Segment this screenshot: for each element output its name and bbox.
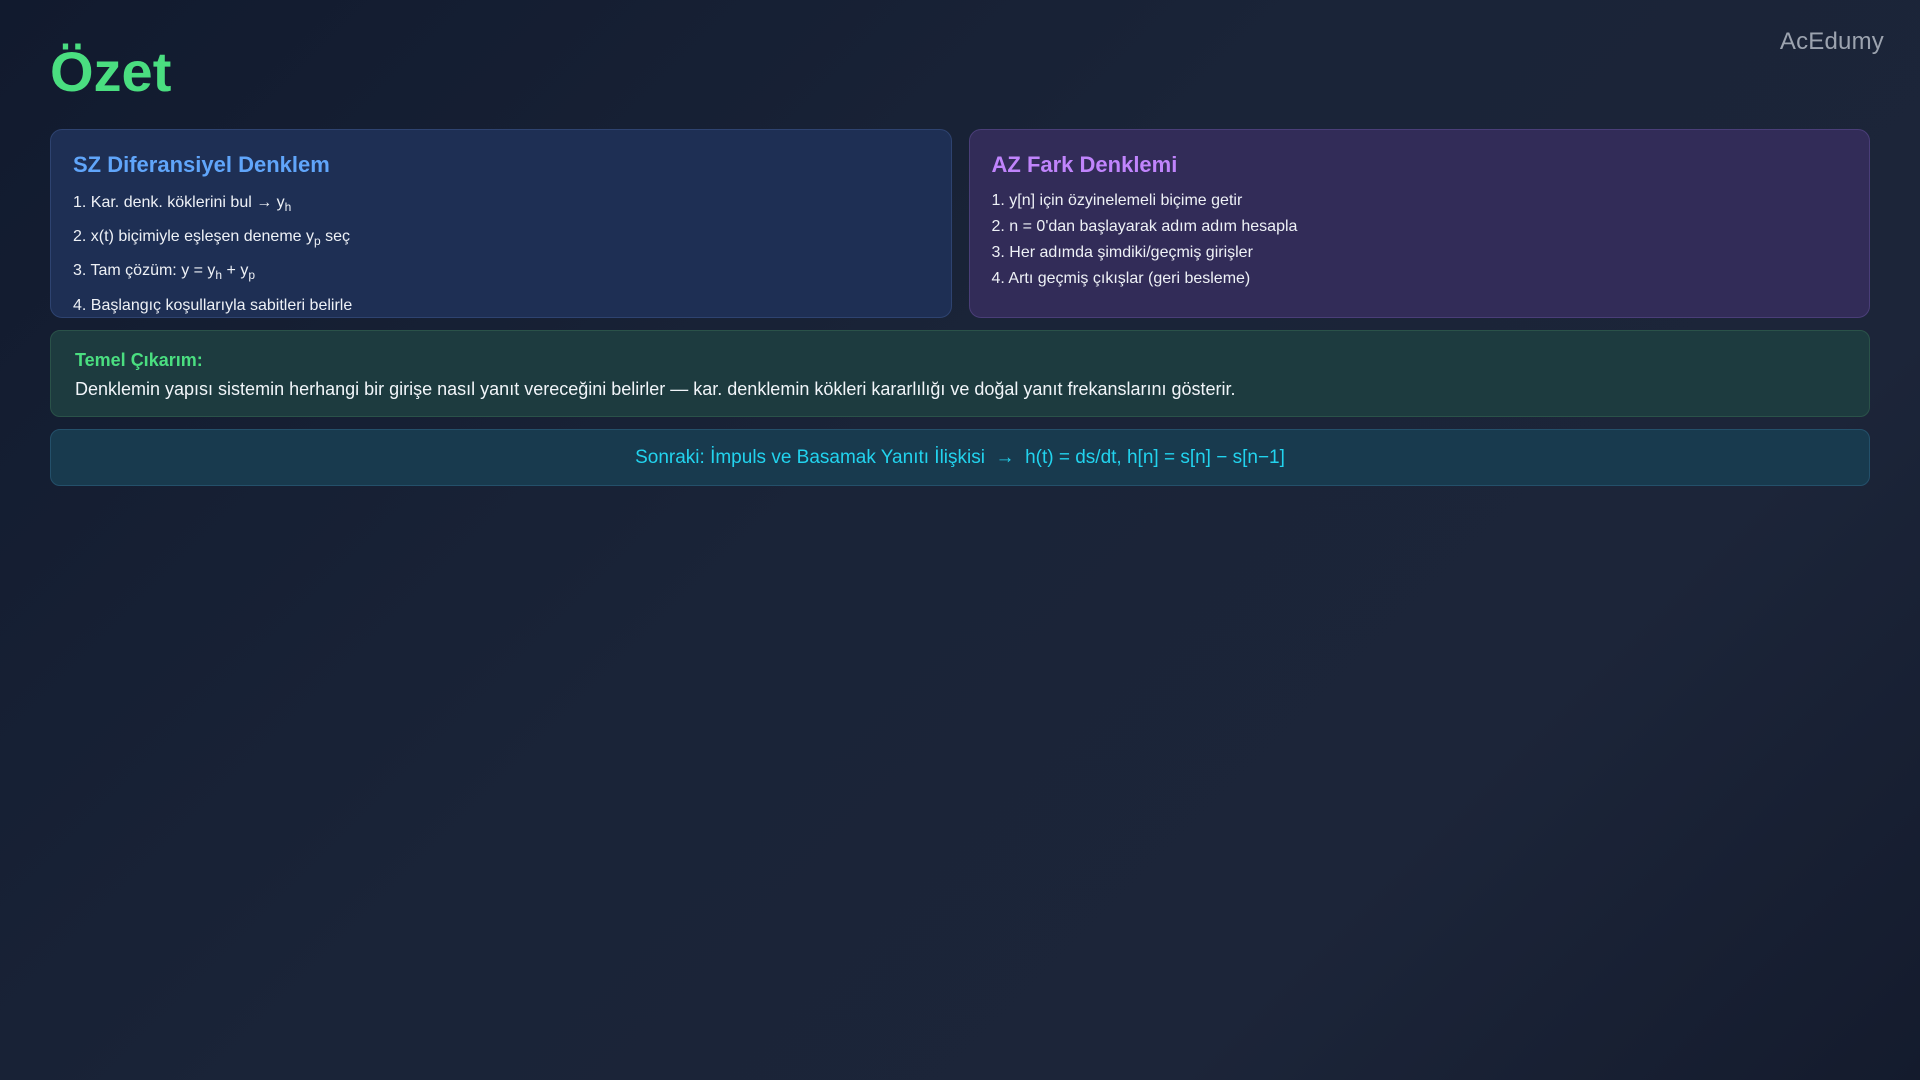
brand-logo-text: AcEdumy xyxy=(1779,28,1884,55)
step-list: 1. y[n] için özyinelemeli biçime getir 2… xyxy=(992,188,1848,292)
step-item: 4. Başlangıç koşullarıyla sabitleri beli… xyxy=(73,296,353,314)
differential-equation-card: SZ Diferansiyel Denklem 1. Kar. denk. kö… xyxy=(50,129,952,318)
summary-cards: SZ Diferansiyel Denklem 1. Kar. denk. kö… xyxy=(50,129,1870,318)
step-item: 1. Kar. denk. köklerini bul → yh xyxy=(73,194,292,215)
takeaway-text: Denklemin yapısı sistemin herhangi bir g… xyxy=(75,379,1236,399)
step-item: 2. n = 0'dan başlayarak adım adım hesapl… xyxy=(991,218,1298,235)
difference-equation-card: AZ Fark Denklemi 1. y[n] için özyineleme… xyxy=(968,129,1870,318)
step-item: 4. Artı geçmiş çıkışlar (geri besleme) xyxy=(991,270,1251,287)
card-title: AZ Fark Denklemi xyxy=(991,152,1178,177)
step-item: 3. Tam çözüm: y = yh + yp xyxy=(73,262,256,283)
key-takeaway-box: Temel Çıkarım: Denklemin yapısı sistemin… xyxy=(50,330,1870,417)
card-title: SZ Diferansiyel Denklem xyxy=(73,152,330,177)
step-list: 1. Kar. denk. köklerini bul → yh 2. x(t)… xyxy=(73,188,929,321)
step-item: 1. y[n] için özyinelemeli biçime getir xyxy=(991,192,1243,209)
step-item: 3. Her adımda şimdiki/geçmiş girişler xyxy=(991,244,1253,261)
takeaway-label: Temel Çıkarım: xyxy=(75,350,203,370)
next-topic-banner: Sonraki: İmpuls ve Basamak Yanıtı İlişki… xyxy=(50,429,1870,486)
page-title: Özet xyxy=(50,40,172,103)
step-item: 2. x(t) biçimiyle eşleşen deneme yp seç xyxy=(73,228,351,249)
